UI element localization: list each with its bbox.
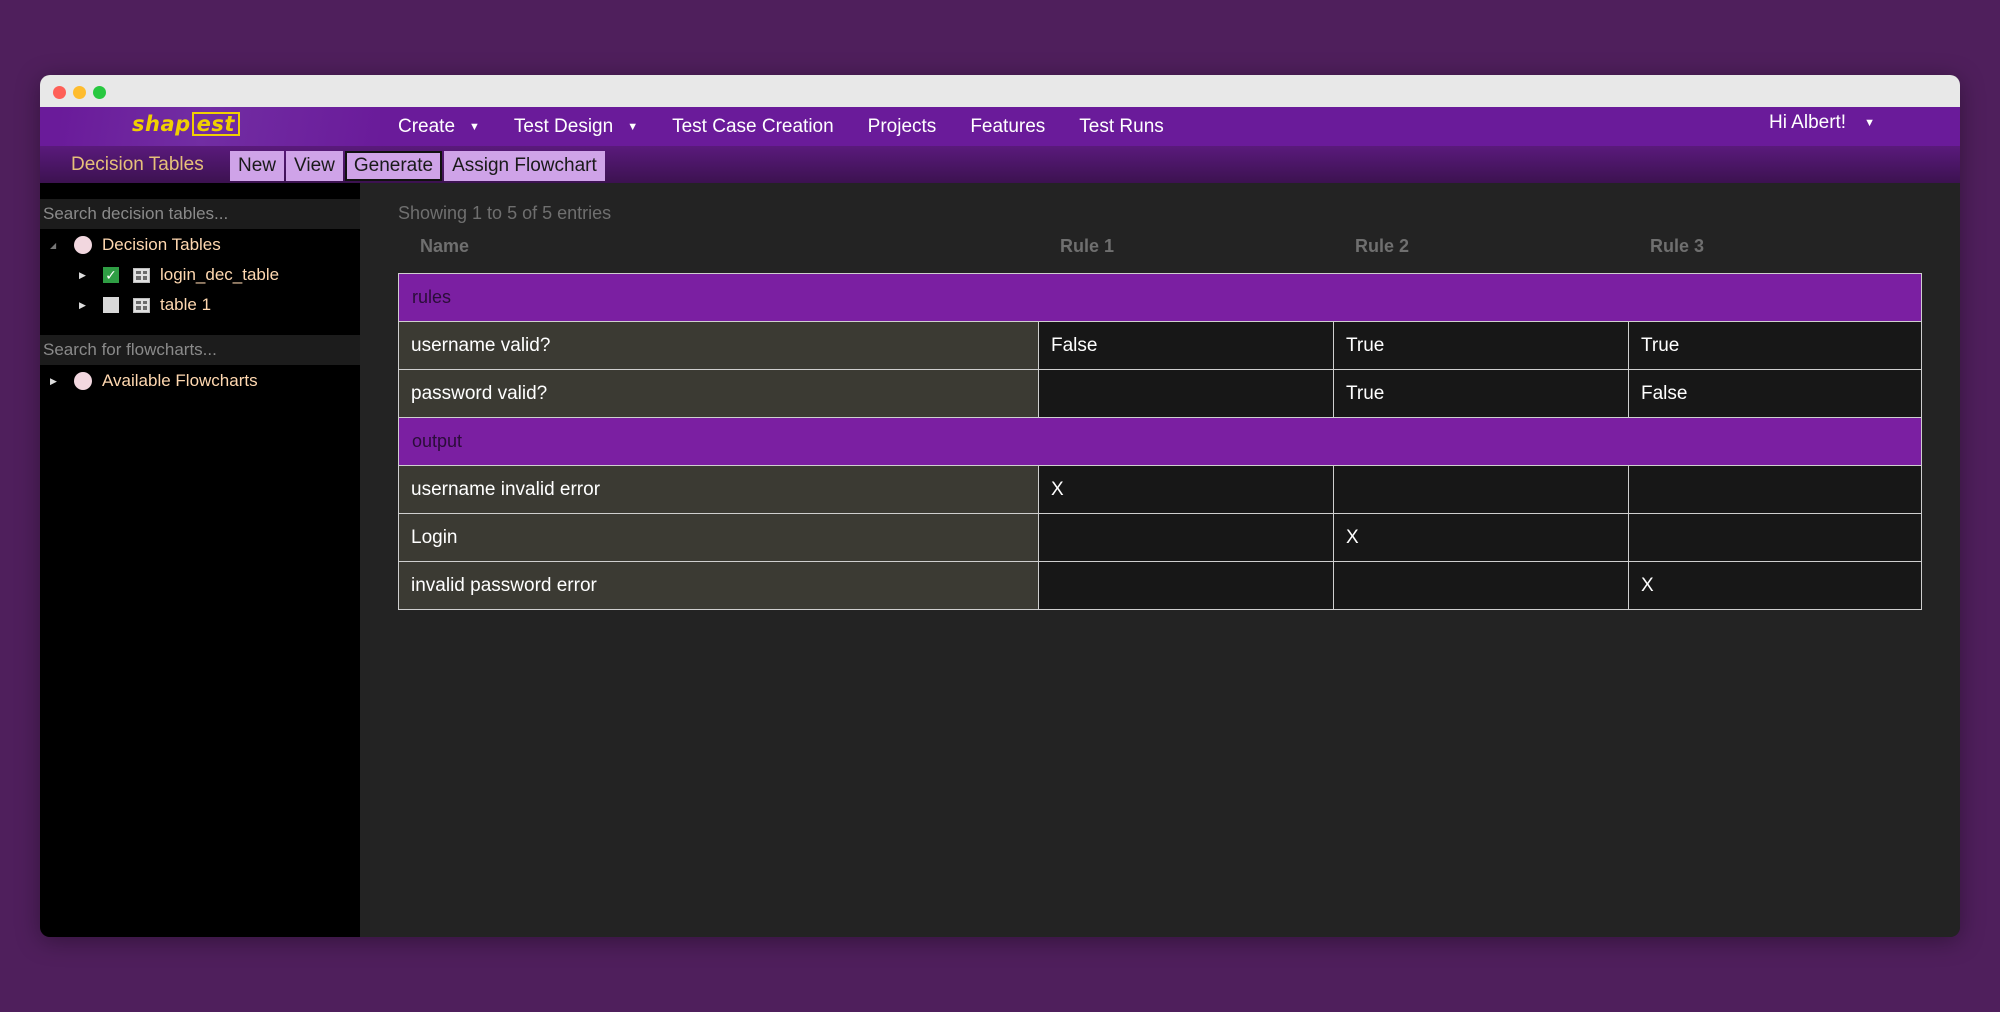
user-greeting: Hi Albert! — [1769, 112, 1847, 133]
app-window: shap est Create ▼ Test Design ▼ Test Case C… — [40, 75, 1960, 937]
caret-down-icon: ▼ — [469, 120, 480, 133]
tree-root-decision-tables[interactable]: ◢ Decision Tables — [50, 232, 221, 258]
rule-3-cell[interactable]: True — [1628, 322, 1922, 369]
logo-text: shap — [132, 112, 191, 136]
rule-3-cell[interactable] — [1628, 466, 1922, 513]
nav-projects[interactable]: Projects — [868, 116, 937, 138]
sidebar: ◢ Decision Tables ▶ ✓ login_dec_table ▶ … — [40, 183, 360, 937]
table-row: invalid password error X — [398, 562, 1922, 610]
generate-button[interactable]: Generate — [344, 151, 443, 181]
minimize-window-button[interactable] — [73, 86, 86, 99]
table-icon — [133, 297, 150, 313]
expand-triangle-icon[interactable]: ▶ — [79, 270, 89, 281]
new-button[interactable]: New — [230, 151, 285, 181]
close-window-button[interactable] — [53, 86, 66, 99]
tree-root-flowcharts[interactable]: ▶ Available Flowcharts — [50, 368, 258, 394]
table-row: username invalid error X — [398, 466, 1922, 514]
column-header-rule-2[interactable]: Rule 2 — [1355, 236, 1409, 257]
column-header-name[interactable]: Name — [420, 236, 469, 257]
nav-create-label: Create — [398, 115, 456, 137]
search-decision-tables-input[interactable] — [40, 199, 360, 229]
checkbox-checked[interactable]: ✓ — [103, 267, 119, 283]
entries-info: Showing 1 to 5 of 5 entries — [398, 203, 612, 223]
rule-2-cell[interactable]: True — [1333, 322, 1628, 369]
subnav-button-group: New View Generate Assign Flowchart — [230, 151, 607, 181]
rule-3-cell[interactable] — [1628, 514, 1922, 561]
logo-boxed-text: est — [191, 112, 240, 136]
table-row: password valid? True False — [398, 370, 1922, 418]
condition-name-cell[interactable]: password valid? — [398, 370, 1038, 417]
rule-2-cell[interactable] — [1333, 562, 1628, 609]
section-title: Decision Tables — [71, 153, 204, 175]
expand-triangle-icon[interactable]: ▶ — [50, 376, 60, 387]
nav-test-design-label: Test Design — [513, 115, 614, 137]
sub-navigation: Decision Tables New View Generate Assign… — [40, 146, 1960, 183]
nav-features[interactable]: Features — [970, 116, 1045, 138]
nav-test-runs-label: Test Runs — [1079, 115, 1164, 137]
caret-down-icon: ▼ — [1864, 117, 1875, 129]
tree-item-table[interactable]: ▶ table 1 — [79, 292, 211, 318]
rule-1-cell[interactable] — [1038, 514, 1333, 561]
main-content: Showing 1 to 5 of 5 entries Name Rule 1 … — [360, 183, 1960, 937]
nav-menu: Create ▼ Test Design ▼ Test Case Creation … — [398, 107, 1198, 146]
section-label: output — [412, 431, 463, 451]
rule-1-cell[interactable] — [1038, 562, 1333, 609]
section-label: rules — [412, 287, 452, 307]
window-titlebar — [40, 75, 1960, 107]
decision-table: rules username valid? False True True pa… — [398, 273, 1922, 610]
maximize-window-button[interactable] — [93, 86, 106, 99]
table-row: username valid? False True True — [398, 322, 1922, 370]
folder-circle-icon — [74, 372, 92, 390]
section-row-output: output — [398, 418, 1922, 466]
rule-2-cell[interactable]: X — [1333, 514, 1628, 561]
rule-2-cell[interactable]: True — [1333, 370, 1628, 417]
rule-1-cell[interactable]: False — [1038, 322, 1333, 369]
condition-name-cell[interactable]: username valid? — [398, 322, 1038, 369]
view-button[interactable]: View — [286, 151, 343, 181]
nav-projects-label: Projects — [867, 115, 937, 137]
nav-test-runs[interactable]: Test Runs — [1079, 116, 1163, 138]
nav-test-design[interactable]: Test Design ▼ — [514, 116, 638, 138]
flowcharts-root-label: Available Flowcharts — [102, 371, 258, 390]
column-header-rule-1[interactable]: Rule 1 — [1060, 236, 1114, 257]
table-icon — [133, 267, 150, 283]
output-name-cell[interactable]: Login — [398, 514, 1038, 561]
column-header-rule-3[interactable]: Rule 3 — [1650, 236, 1704, 257]
table-row: Login X — [398, 514, 1922, 562]
expand-triangle-icon[interactable]: ▶ — [79, 300, 89, 311]
section-row-rules: rules — [398, 274, 1922, 322]
rule-2-cell[interactable] — [1333, 466, 1628, 513]
output-name-cell[interactable]: username invalid error — [398, 466, 1038, 513]
tree-item-label: login_dec_table — [160, 265, 280, 284]
output-name-cell[interactable]: invalid password error — [398, 562, 1038, 609]
nav-features-label: Features — [970, 115, 1046, 137]
folder-circle-icon — [74, 236, 92, 254]
caret-down-icon: ▼ — [627, 120, 639, 133]
table-header: Name Rule 1 Rule 2 Rule 3 — [398, 236, 1922, 270]
collapse-triangle-icon[interactable]: ◢ — [50, 241, 60, 250]
rule-1-cell[interactable] — [1038, 370, 1333, 417]
tree-item-label: table 1 — [160, 295, 212, 314]
top-navigation: shap est Create ▼ Test Design ▼ Test Case C… — [40, 107, 1960, 146]
nav-test-case-creation-label: Test Case Creation — [672, 115, 834, 137]
app-logo[interactable]: shap est — [132, 111, 240, 137]
tree-item-table[interactable]: ▶ ✓ login_dec_table — [79, 262, 279, 288]
search-flowcharts-input[interactable] — [40, 335, 360, 365]
nav-create[interactable]: Create ▼ — [398, 116, 480, 138]
assign-flowchart-button[interactable]: Assign Flowchart — [444, 151, 605, 181]
rule-1-cell[interactable]: X — [1038, 466, 1333, 513]
checkbox-unchecked[interactable] — [103, 297, 119, 313]
nav-test-case-creation[interactable]: Test Case Creation — [672, 116, 834, 138]
tree-root-label: Decision Tables — [102, 235, 221, 254]
user-menu[interactable]: Hi Albert! ▼ — [1769, 107, 1875, 139]
rule-3-cell[interactable]: X — [1628, 562, 1922, 609]
rule-3-cell[interactable]: False — [1628, 370, 1922, 417]
